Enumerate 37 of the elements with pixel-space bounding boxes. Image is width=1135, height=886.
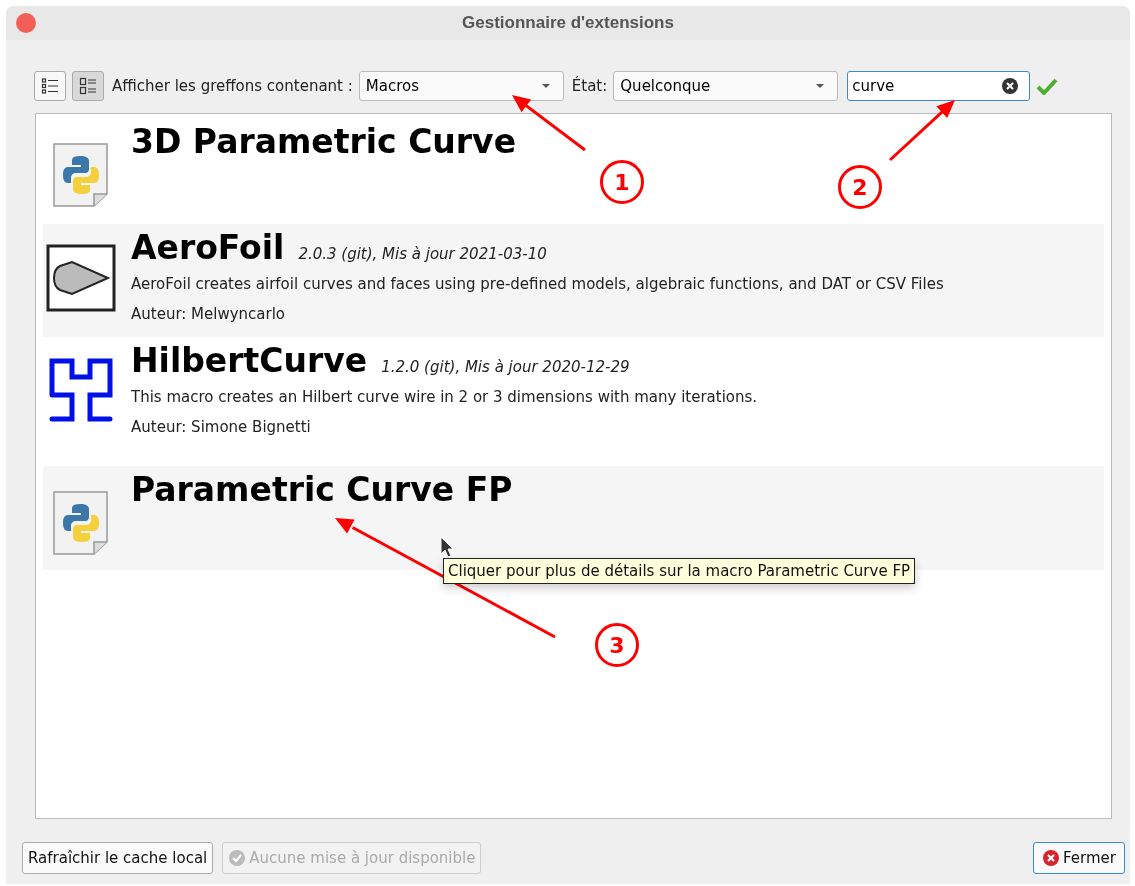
hilbert-curve-icon bbox=[48, 357, 114, 423]
filter-label: Afficher les greffons contenant : bbox=[112, 77, 353, 95]
check-circle-icon bbox=[228, 849, 247, 867]
clear-icon[interactable] bbox=[1001, 77, 1020, 95]
plugin-name: HilbertCurve bbox=[131, 341, 368, 380]
close-button[interactable]: Fermer bbox=[1033, 842, 1125, 874]
state-dropdown[interactable]: Quelconque bbox=[613, 71, 839, 101]
python-file-icon bbox=[52, 490, 110, 556]
caret-icon bbox=[540, 83, 551, 89]
close-window-button[interactable] bbox=[16, 13, 36, 33]
search-field[interactable]: curve bbox=[847, 71, 1031, 101]
plugin-author: Auteur: Simone Bignetti bbox=[131, 418, 312, 436]
plugin-name: AeroFoil bbox=[131, 228, 285, 267]
plugin-item[interactable]: AeroFoil 2.0.3 (git), Mis à jour 2021-03-10 AeroFoil creates airfoil curves and faces using pre-defined models, algebraic functions, and DAT or CSV Files Auteur: Melwyncarlo bbox=[43, 224, 1104, 337]
type-dropdown[interactable]: Macros bbox=[358, 71, 564, 101]
plugin-description: This macro creates an Hilbert curve wire in 2 or 3 dimensions with many iterations. bbox=[131, 388, 758, 406]
plugin-name: 3D Parametric Curve bbox=[131, 122, 516, 161]
expanded-view-button[interactable] bbox=[72, 71, 104, 101]
plugin-name: Parametric Curve FP bbox=[131, 470, 513, 509]
plugin-description: AeroFoil creates airfoil curves and faces using pre-defined models, algebraic functions, and DAT or CSV Files bbox=[131, 275, 944, 293]
airfoil-icon bbox=[46, 244, 116, 312]
compact-view-button[interactable] bbox=[34, 71, 66, 101]
list-icon bbox=[41, 77, 59, 95]
refresh-button[interactable]: Rafraîchir le cache local bbox=[22, 842, 214, 874]
window-title: Gestionnaire d'extensions bbox=[462, 13, 674, 33]
caret-icon bbox=[815, 83, 826, 89]
plugin-version: 1.2.0 (git), Mis à jour 2020-12-29 bbox=[381, 358, 630, 376]
mouse-cursor-icon bbox=[440, 536, 454, 558]
plugin-version: 2.0.3 (git), Mis à jour 2021-03-10 bbox=[298, 245, 547, 263]
checkmark-icon bbox=[1036, 77, 1059, 95]
detailed-list-icon bbox=[79, 77, 97, 95]
tooltip: Cliquer pour plus de détails sur la macro Parametric Curve FP bbox=[443, 558, 916, 584]
annotation-arrow bbox=[889, 100, 955, 162]
plugin-author: Auteur: Melwyncarlo bbox=[131, 305, 287, 323]
python-file-icon bbox=[52, 142, 110, 208]
state-label: État: bbox=[571, 77, 608, 95]
close-icon bbox=[1042, 849, 1061, 867]
